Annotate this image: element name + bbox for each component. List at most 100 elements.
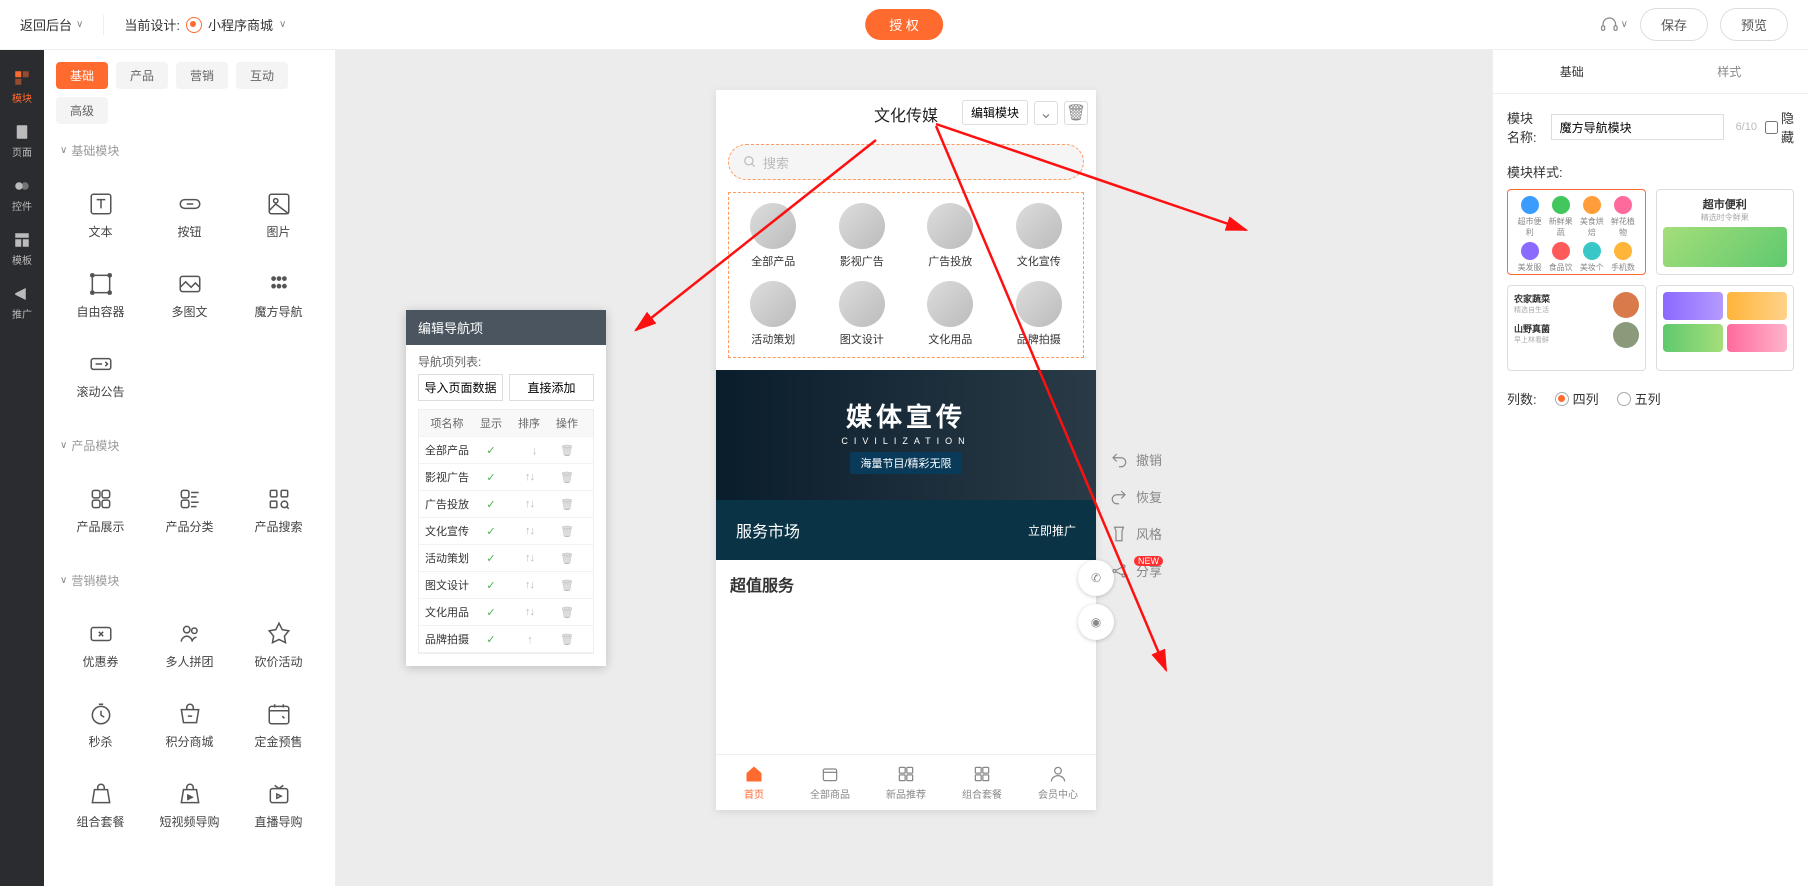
modtab-basic[interactable]: 基础 [56, 62, 108, 89]
right-tabs: 基础 样式 [1493, 50, 1808, 94]
nav-item[interactable]: 品牌拍摄 [995, 281, 1084, 347]
section-basic: ∨基础模块 [44, 136, 335, 165]
module-name-input[interactable] [1551, 114, 1724, 140]
mod-group[interactable]: 多人拼团 [145, 605, 234, 685]
preview-button[interactable]: 预览 [1720, 8, 1788, 41]
table-row[interactable]: 影视广告✓↑ ↓🗑 [419, 464, 593, 491]
top-bar: 返回后台∨ 当前设计: 小程序商城∨ 授 权 ∨ 保存 预览 [0, 0, 1808, 50]
modtab-product[interactable]: 产品 [116, 62, 168, 89]
rtab-basic[interactable]: 基础 [1493, 50, 1651, 93]
rail-promo[interactable]: 推广 [0, 276, 44, 330]
mod-product-search[interactable]: 产品搜索 [234, 470, 323, 550]
section-heading: 超值服务 [716, 560, 1096, 608]
section-marketing: ∨营销模块 [44, 566, 335, 595]
mod-shortvideo[interactable]: 短视频导购 [145, 765, 234, 845]
tab-bundle[interactable]: 组合套餐 [944, 755, 1020, 810]
nav-item[interactable]: 影视广告 [818, 203, 907, 269]
modtab-interact[interactable]: 互动 [236, 62, 288, 89]
mod-magicnav[interactable]: 魔方导航 [234, 255, 323, 335]
mod-live[interactable]: 直播导购 [234, 765, 323, 845]
phone-float-icon[interactable]: ✆ [1078, 560, 1114, 596]
mod-deposit[interactable]: 定金预售 [234, 685, 323, 765]
mod-container[interactable]: 自由容器 [56, 255, 145, 335]
nav-item[interactable]: 广告投放 [906, 203, 995, 269]
modtab-marketing[interactable]: 营销 [176, 62, 228, 89]
table-row[interactable]: 广告投放✓↑ ↓🗑 [419, 491, 593, 518]
canvas-side-ops: 撤销 恢复 风格 分享NEW [1110, 450, 1162, 580]
popup-subtitle: 导航项列表: [406, 345, 606, 374]
edit-module-button[interactable]: 编辑模块 [962, 100, 1028, 125]
search-input[interactable]: 搜索 [728, 144, 1084, 180]
import-page-data-button[interactable]: 导入页面数据 [418, 374, 503, 401]
delete-icon[interactable]: 🗑 [1064, 101, 1088, 125]
left-rail: 模块 页面 控件 模板 推广 [0, 50, 44, 886]
nav-item[interactable]: 文化用品 [906, 281, 995, 347]
module-panel: 基础 产品 营销 互动 高级 ∨基础模块 文本 按钮 图片 自由容器 多图文 魔… [44, 50, 336, 886]
radio-5col[interactable]: 五列 [1617, 389, 1661, 408]
auth-button[interactable]: 授 权 [865, 9, 943, 40]
phone-preview: 文化传媒 编辑模块 ⌄ 🗑 搜索 全部产品 影视广告 广告投放 文化宣传 活动策… [716, 90, 1096, 810]
radio-4col[interactable]: 四列 [1555, 389, 1599, 408]
mod-text[interactable]: 文本 [56, 175, 145, 255]
tab-member[interactable]: 会员中心 [1020, 755, 1096, 810]
tab-home[interactable]: 首页 [716, 755, 792, 810]
mod-product-cat[interactable]: 产品分类 [145, 470, 234, 550]
rail-modules[interactable]: 模块 [0, 60, 44, 114]
wechat-float-icon[interactable]: ◉ [1078, 604, 1114, 640]
mod-image[interactable]: 图片 [234, 175, 323, 255]
rail-widgets[interactable]: 控件 [0, 168, 44, 222]
style-option-3[interactable]: 农家蔬菜精选自生活 山野真菌早上林看鲜 [1507, 285, 1646, 371]
mod-bundle[interactable]: 组合套餐 [56, 765, 145, 845]
section-product: ∨产品模块 [44, 431, 335, 460]
style-option-1[interactable]: 超市便利新鲜果蔬美食烘焙鲜花植物 美发服务食品饮料美妆个护手机数码 [1507, 189, 1646, 275]
style-option-2[interactable]: 超市便利 精选时令鲜果 [1656, 189, 1795, 275]
undo-button[interactable]: 撤销 [1110, 450, 1162, 469]
nav-item[interactable]: 活动策划 [729, 281, 818, 347]
save-button[interactable]: 保存 [1640, 8, 1708, 41]
mod-product-show[interactable]: 产品展示 [56, 470, 145, 550]
right-panel: 基础 样式 模块名称: 6/10 隐藏 模块样式: 超市便利新鲜果蔬美食烘焙鲜花… [1492, 50, 1808, 886]
add-directly-button[interactable]: 直接添加 [509, 374, 594, 401]
nav-item[interactable]: 文化宣传 [995, 203, 1084, 269]
preview-header: 文化传媒 编辑模块 ⌄ 🗑 [716, 90, 1096, 138]
dropdown-icon[interactable]: ⌄ [1034, 101, 1058, 125]
tab-bar: 首页 全部商品 新品推荐 组合套餐 会员中心 [716, 754, 1096, 810]
modtab-advanced[interactable]: 高级 [56, 97, 108, 124]
miniprogram-icon [186, 17, 202, 33]
support-icon[interactable]: ∨ [1600, 11, 1628, 39]
nav-table: 项名称显示排序操作 全部产品✓ ↓🗑 影视广告✓↑ ↓🗑 广告投放✓↑ ↓🗑 文… [418, 409, 594, 654]
mod-marquee[interactable]: 滚动公告 [56, 335, 145, 415]
table-row[interactable]: 品牌拍摄✓↑ 🗑 [419, 626, 593, 653]
rail-pages[interactable]: 页面 [0, 114, 44, 168]
table-row[interactable]: 全部产品✓ ↓🗑 [419, 437, 593, 464]
nav-item[interactable]: 图文设计 [818, 281, 907, 347]
table-row[interactable]: 文化用品✓↑ ↓🗑 [419, 599, 593, 626]
popup-title: 编辑导航项 [406, 310, 606, 345]
nav-item[interactable]: 全部产品 [729, 203, 818, 269]
mod-bargain[interactable]: 砍价活动 [234, 605, 323, 685]
redo-button[interactable]: 恢复 [1110, 487, 1162, 506]
service-banner[interactable]: 服务市场立即推广 [716, 500, 1096, 560]
rail-templates[interactable]: 模板 [0, 222, 44, 276]
style-label: 模块样式: [1493, 154, 1808, 189]
tab-all[interactable]: 全部商品 [792, 755, 868, 810]
banner-module[interactable]: 媒体宣传 CIVILIZATION 海量节目/精彩无限 [716, 370, 1096, 500]
magic-nav-module[interactable]: 全部产品 影视广告 广告投放 文化宣传 活动策划 图文设计 文化用品 品牌拍摄 [728, 192, 1084, 358]
hide-checkbox[interactable]: 隐藏 [1765, 108, 1794, 146]
canvas: 编辑导航项 导航项列表: 导入页面数据 直接添加 项名称显示排序操作 全部产品✓… [336, 50, 1492, 886]
back-button[interactable]: 返回后台∨ [20, 15, 83, 34]
table-row[interactable]: 图文设计✓↑ ↓🗑 [419, 572, 593, 599]
table-row[interactable]: 活动策划✓↑ ↓🗑 [419, 545, 593, 572]
mod-points[interactable]: 积分商城 [145, 685, 234, 765]
style-button[interactable]: 风格 [1110, 524, 1162, 543]
style-option-4[interactable] [1656, 285, 1795, 371]
mod-coupon[interactable]: 优惠券 [56, 605, 145, 685]
mod-multiimage[interactable]: 多图文 [145, 255, 234, 335]
tab-new[interactable]: 新品推荐 [868, 755, 944, 810]
table-row[interactable]: 文化宣传✓↑ ↓🗑 [419, 518, 593, 545]
mod-button[interactable]: 按钮 [145, 175, 234, 255]
share-button[interactable]: 分享NEW [1110, 561, 1162, 580]
mod-flash[interactable]: 秒杀 [56, 685, 145, 765]
design-selector[interactable]: 当前设计: 小程序商城∨ [124, 15, 286, 34]
rtab-style[interactable]: 样式 [1651, 50, 1808, 93]
